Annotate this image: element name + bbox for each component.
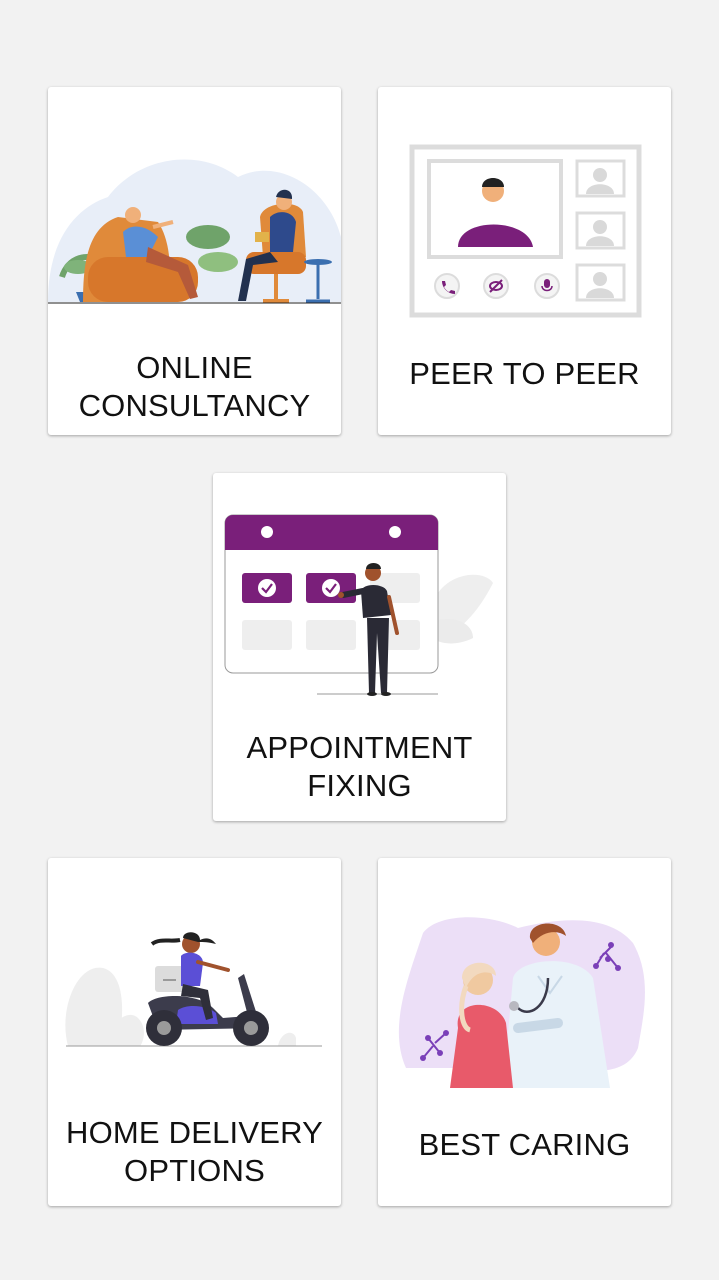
label-line-2: OPTIONS: [124, 1153, 265, 1188]
best-caring-label: BEST CARING: [418, 1127, 631, 1162]
label-line-1: APPOINTMENT: [246, 730, 473, 765]
label-line-1: ONLINE: [136, 350, 253, 385]
best-caring-card[interactable]: BEST CARING: [378, 858, 671, 1206]
appointment-fixing-label: APPOINTMENT FIXING: [221, 729, 498, 805]
peer-to-peer-label: PEER TO PEER: [409, 356, 640, 391]
online-consultancy-card[interactable]: ONLINE CONSULTANCY: [48, 87, 341, 435]
scooter-delivery-illustration: [65, 932, 322, 1047]
doctor-patient-illustration: [398, 917, 645, 1088]
appointment-fixing-card[interactable]: APPOINTMENT FIXING: [213, 473, 506, 821]
calendar-booking-illustration: [224, 514, 493, 696]
home-delivery-card[interactable]: HOME DELIVERY OPTIONS: [48, 858, 341, 1206]
label-line-2: CONSULTANCY: [78, 388, 311, 423]
home-delivery-label: HOME DELIVERY OPTIONS: [56, 1114, 333, 1190]
therapy-session-illustration: [48, 159, 341, 304]
label-line-1: HOME DELIVERY: [66, 1115, 323, 1150]
online-consultancy-label: ONLINE CONSULTANCY: [56, 349, 333, 425]
video-call-illustration: [409, 144, 642, 318]
label-line-2: FIXING: [307, 768, 412, 803]
peer-to-peer-card[interactable]: PEER TO PEER: [378, 87, 671, 435]
